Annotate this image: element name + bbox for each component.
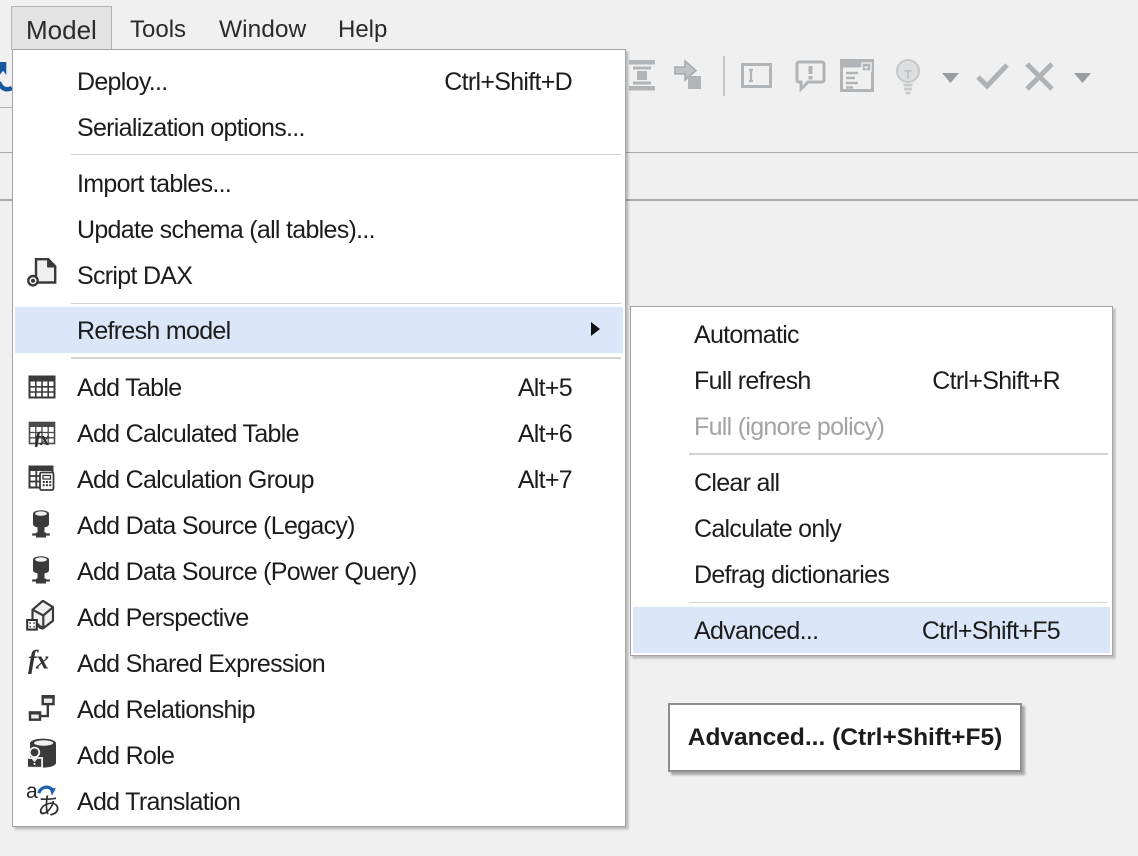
svg-text:fx: fx — [35, 429, 51, 447]
svg-text:fx: fx — [28, 649, 49, 675]
svg-text:あ: あ — [37, 793, 60, 817]
